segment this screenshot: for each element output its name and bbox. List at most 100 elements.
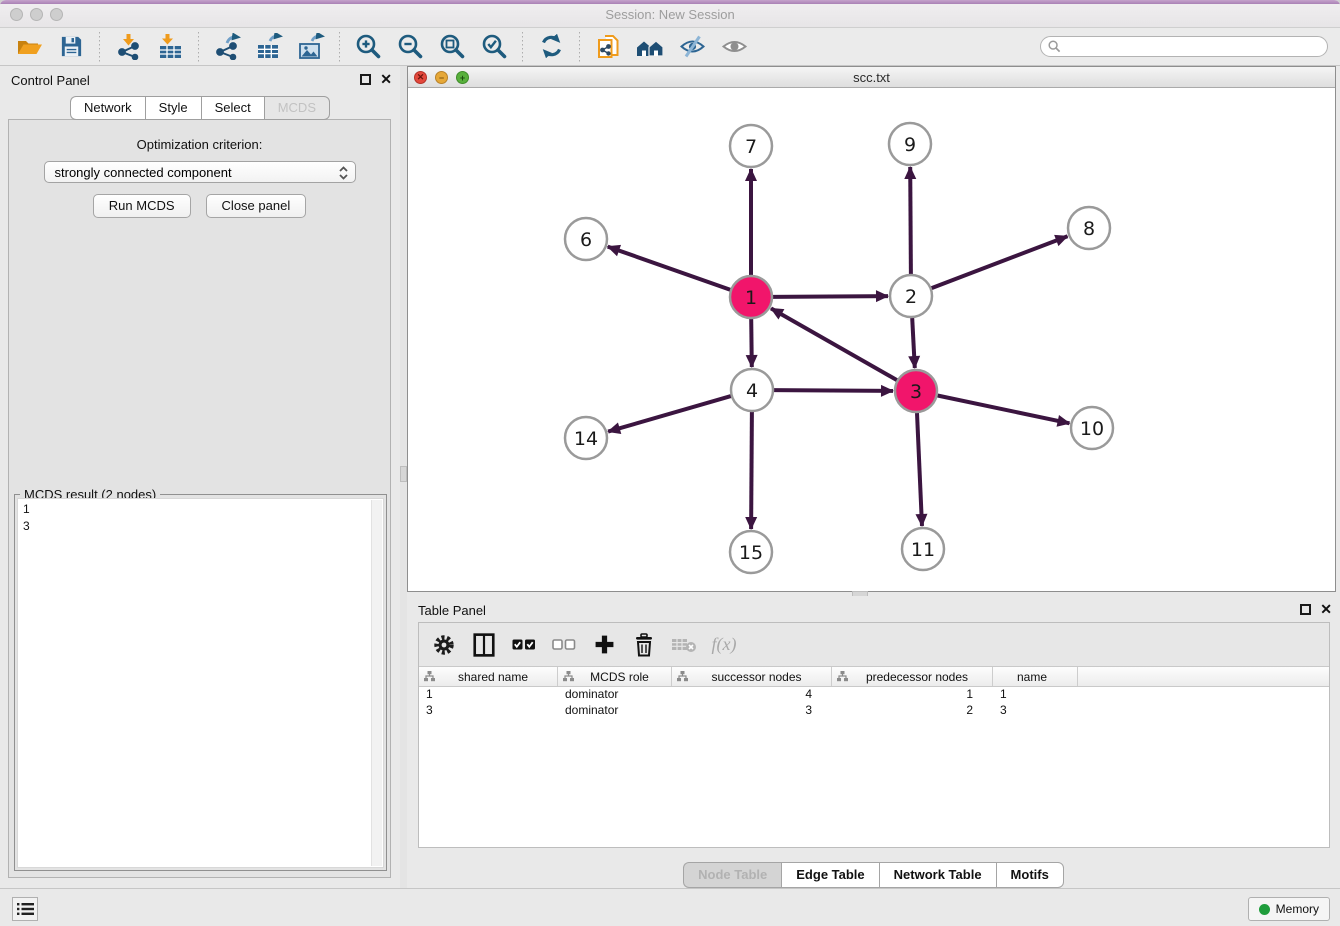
- tab-motifs[interactable]: Motifs: [996, 862, 1064, 888]
- graph-edge-1-4[interactable]: [751, 319, 752, 367]
- cell-predecessor-nodes[interactable]: 2: [832, 703, 993, 719]
- hide-selected-button[interactable]: [676, 31, 708, 63]
- houses-icon: [635, 33, 666, 60]
- graph-edge-2-8[interactable]: [932, 236, 1068, 288]
- list-icon: [17, 902, 34, 916]
- tab-network-table[interactable]: Network Table: [879, 862, 996, 888]
- tab-node-table[interactable]: Node Table: [683, 862, 781, 888]
- column-header-name[interactable]: name: [993, 667, 1078, 686]
- graph-edge-2-3[interactable]: [912, 318, 915, 368]
- result-scrollbar[interactable]: [371, 500, 382, 866]
- clone-network-button[interactable]: [592, 31, 624, 63]
- table-row[interactable]: 3 dominator 3 2 3: [419, 703, 1329, 719]
- show-all-button[interactable]: [718, 31, 750, 63]
- column-header-mcds-role[interactable]: MCDS role: [558, 667, 672, 686]
- zoom-fit-button[interactable]: [436, 31, 468, 63]
- add-column-button[interactable]: [589, 630, 619, 660]
- select-all-rows-button[interactable]: [509, 630, 539, 660]
- control-panel-tabs: Network Style Select MCDS: [0, 96, 400, 120]
- graph-edge-4-15[interactable]: [751, 412, 752, 529]
- cell-successor-nodes[interactable]: 4: [672, 687, 832, 703]
- apply-layout-button[interactable]: [535, 31, 567, 63]
- column-header-predecessor-nodes[interactable]: predecessor nodes: [832, 667, 993, 686]
- graph-edge-3-11[interactable]: [917, 413, 922, 526]
- network-graph[interactable]: 7968124314101511: [408, 88, 1335, 591]
- memory-label: Memory: [1276, 902, 1319, 916]
- graph-edge-3-10[interactable]: [938, 396, 1070, 424]
- first-neighbors-button[interactable]: [634, 31, 666, 63]
- mcds-panel: Optimization criterion: strongly connect…: [8, 119, 391, 878]
- graph-node-label-10: 10: [1080, 418, 1104, 440]
- status-bar: Memory: [0, 888, 1340, 926]
- cell-name[interactable]: 3: [993, 703, 1078, 719]
- tab-mcds[interactable]: MCDS: [264, 96, 330, 120]
- tab-style[interactable]: Style: [145, 96, 201, 120]
- graph-edge-2-9[interactable]: [910, 167, 911, 274]
- cell-name[interactable]: 1: [993, 687, 1078, 703]
- zoom-in-button[interactable]: [352, 31, 384, 63]
- column-header-successor-nodes[interactable]: successor nodes: [672, 667, 832, 686]
- criterion-dropdown[interactable]: strongly connected component: [44, 161, 356, 183]
- graph-edge-4-3[interactable]: [774, 390, 893, 391]
- memory-button[interactable]: Memory: [1248, 897, 1330, 921]
- cell-predecessor-nodes[interactable]: 1: [832, 687, 993, 703]
- import-network-icon: [115, 33, 142, 60]
- network-close-button[interactable]: ✕: [414, 71, 427, 84]
- cell-shared-name[interactable]: 3: [419, 703, 558, 719]
- network-window-controls: ✕ − +: [414, 71, 469, 84]
- splitter-grip[interactable]: [400, 466, 407, 482]
- table-toolbar: f(x): [419, 623, 1329, 667]
- search-input[interactable]: [1065, 38, 1327, 55]
- network-window-title: scc.txt: [408, 67, 1335, 85]
- cell-mcds-role[interactable]: dominator: [558, 687, 672, 703]
- task-history-button[interactable]: [12, 897, 38, 921]
- toolbar-separator: [198, 32, 199, 62]
- window-titlebar: Session: New Session: [0, 0, 1340, 28]
- cell-shared-name[interactable]: 1: [419, 687, 558, 703]
- open-session-button[interactable]: [13, 31, 45, 63]
- graph-edge-1-2[interactable]: [773, 296, 888, 297]
- column-header-shared-name[interactable]: shared name: [419, 667, 558, 686]
- close-panel-icon[interactable]: ✕: [380, 74, 392, 85]
- float-panel-icon[interactable]: [360, 74, 371, 85]
- graph-node-label-11: 11: [911, 539, 935, 561]
- split-table-view-button[interactable]: [469, 630, 499, 660]
- search-box: [1040, 36, 1328, 57]
- table-close-panel-icon[interactable]: ✕: [1320, 604, 1332, 615]
- delete-table-button[interactable]: [669, 630, 699, 660]
- import-network-button[interactable]: [112, 31, 144, 63]
- column-type-icon: [837, 671, 848, 682]
- zoom-out-button[interactable]: [394, 31, 426, 63]
- export-table-button[interactable]: [253, 31, 285, 63]
- export-network-button[interactable]: [211, 31, 243, 63]
- memory-status-dot: [1259, 904, 1270, 915]
- mcds-result-area[interactable]: 1 3: [17, 498, 384, 868]
- deselect-all-rows-button[interactable]: [549, 630, 579, 660]
- network-maximize-button[interactable]: +: [456, 71, 469, 84]
- tab-network[interactable]: Network: [70, 96, 145, 120]
- import-table-button[interactable]: [154, 31, 186, 63]
- graph-edge-4-14[interactable]: [608, 396, 731, 432]
- vertical-splitter[interactable]: [400, 66, 407, 888]
- cell-mcds-role[interactable]: dominator: [558, 703, 672, 719]
- run-mcds-button[interactable]: Run MCDS: [93, 194, 191, 218]
- column-type-icon: [677, 671, 688, 682]
- tab-select[interactable]: Select: [201, 96, 264, 120]
- tab-edge-table[interactable]: Edge Table: [781, 862, 878, 888]
- delete-table-icon: [671, 636, 697, 654]
- graph-edge-1-6[interactable]: [608, 247, 731, 290]
- export-image-button[interactable]: [295, 31, 327, 63]
- zoom-selected-button[interactable]: [478, 31, 510, 63]
- network-minimize-button[interactable]: −: [435, 71, 448, 84]
- mcds-buttons: Run MCDS Close panel: [9, 194, 390, 218]
- close-panel-button[interactable]: Close panel: [206, 194, 307, 218]
- table-settings-button[interactable]: [429, 630, 459, 660]
- cell-successor-nodes[interactable]: 3: [672, 703, 832, 719]
- function-builder-button[interactable]: f(x): [709, 630, 739, 660]
- table-float-panel-icon[interactable]: [1300, 604, 1311, 615]
- save-icon: [59, 34, 84, 59]
- save-session-button[interactable]: [55, 31, 87, 63]
- table-row[interactable]: 1 dominator 4 1 1: [419, 687, 1329, 703]
- delete-columns-button[interactable]: [629, 630, 659, 660]
- graph-edge-3-1[interactable]: [771, 308, 897, 380]
